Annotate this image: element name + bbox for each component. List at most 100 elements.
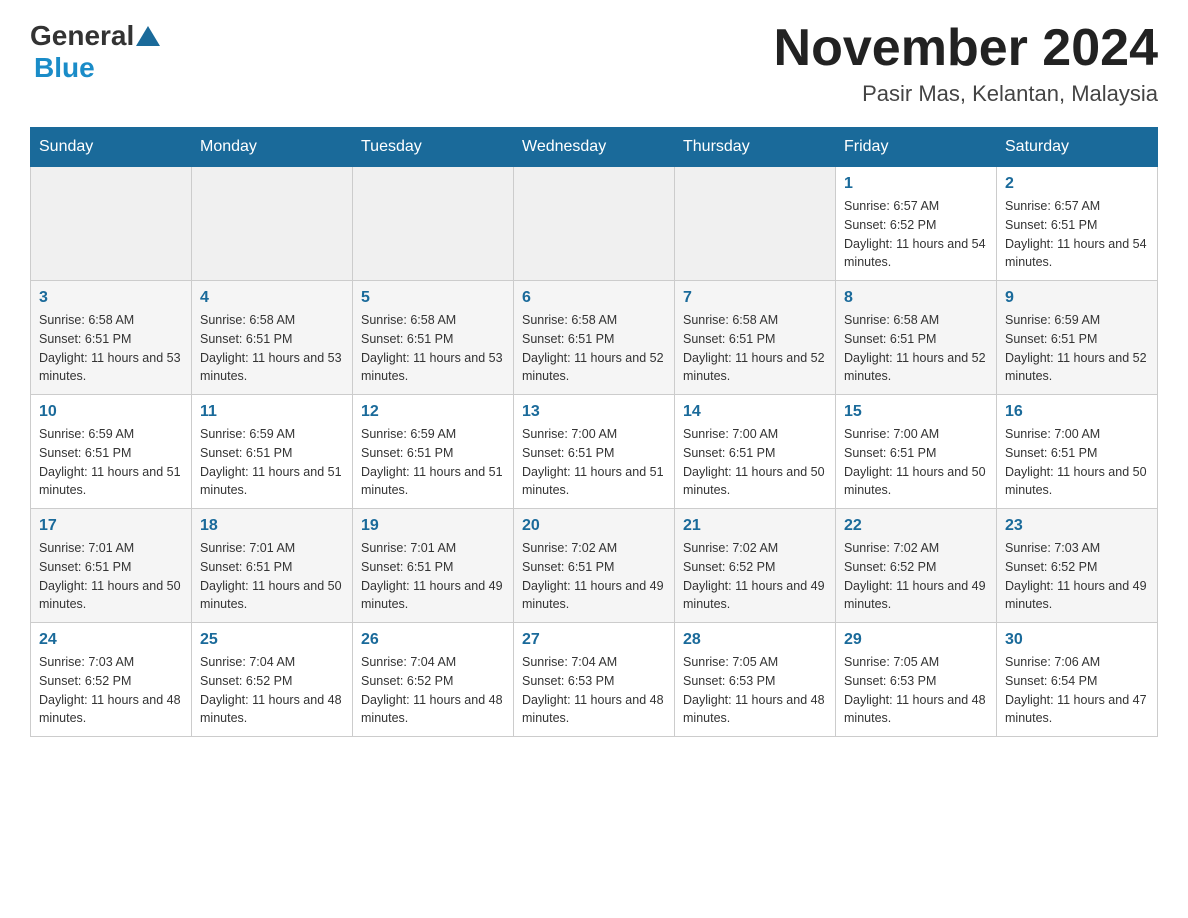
day-info: Sunrise: 6:58 AMSunset: 6:51 PMDaylight:… — [361, 311, 505, 386]
day-info: Sunrise: 7:01 AMSunset: 6:51 PMDaylight:… — [200, 539, 344, 614]
header-monday: Monday — [192, 128, 353, 167]
calendar-cell: 19 Sunrise: 7:01 AMSunset: 6:51 PMDayligh… — [353, 509, 514, 623]
day-info: Sunrise: 7:00 AMSunset: 6:51 PMDaylight:… — [844, 425, 988, 500]
day-info: Sunrise: 6:58 AMSunset: 6:51 PMDaylight:… — [683, 311, 827, 386]
logo-general-text: General — [30, 20, 134, 52]
calendar-cell: 26 Sunrise: 7:04 AMSunset: 6:52 PMDayligh… — [353, 623, 514, 737]
day-number: 8 — [844, 289, 988, 307]
day-info: Sunrise: 6:57 AMSunset: 6:52 PMDaylight:… — [844, 197, 988, 272]
header-saturday: Saturday — [997, 128, 1158, 167]
day-number: 25 — [200, 631, 344, 649]
day-number: 15 — [844, 403, 988, 421]
calendar-cell: 1 Sunrise: 6:57 AMSunset: 6:52 PMDaylight… — [836, 167, 997, 281]
calendar-cell: 9 Sunrise: 6:59 AMSunset: 6:51 PMDaylight… — [997, 281, 1158, 395]
header-tuesday: Tuesday — [353, 128, 514, 167]
day-info: Sunrise: 6:58 AMSunset: 6:51 PMDaylight:… — [200, 311, 344, 386]
calendar-cell: 6 Sunrise: 6:58 AMSunset: 6:51 PMDaylight… — [514, 281, 675, 395]
day-number: 9 — [1005, 289, 1149, 307]
day-number: 7 — [683, 289, 827, 307]
day-info: Sunrise: 7:03 AMSunset: 6:52 PMDaylight:… — [39, 653, 183, 728]
day-number: 20 — [522, 517, 666, 535]
week-row-2: 10 Sunrise: 6:59 AMSunset: 6:51 PMDayligh… — [31, 395, 1158, 509]
day-number: 1 — [844, 175, 988, 193]
day-number: 14 — [683, 403, 827, 421]
calendar-cell: 16 Sunrise: 7:00 AMSunset: 6:51 PMDayligh… — [997, 395, 1158, 509]
calendar-cell: 27Sunrise: 7:04 AMSunset: 6:53 PMDayligh… — [514, 623, 675, 737]
week-row-1: 3Sunrise: 6:58 AMSunset: 6:51 PMDaylight… — [31, 281, 1158, 395]
day-number: 16 — [1005, 403, 1149, 421]
day-number: 4 — [200, 289, 344, 307]
header-sunday: Sunday — [31, 128, 192, 167]
calendar-cell: 3Sunrise: 6:58 AMSunset: 6:51 PMDaylight… — [31, 281, 192, 395]
day-info: Sunrise: 7:03 AMSunset: 6:52 PMDaylight:… — [1005, 539, 1149, 614]
day-number: 10 — [39, 403, 183, 421]
day-info: Sunrise: 6:59 AMSunset: 6:51 PMDaylight:… — [200, 425, 344, 500]
day-info: Sunrise: 6:59 AMSunset: 6:51 PMDaylight:… — [361, 425, 505, 500]
calendar-table: SundayMondayTuesdayWednesdayThursdayFrid… — [30, 127, 1158, 737]
header-friday: Friday — [836, 128, 997, 167]
day-info: Sunrise: 6:59 AMSunset: 6:51 PMDaylight:… — [1005, 311, 1149, 386]
calendar-cell: 29 Sunrise: 7:05 AMSunset: 6:53 PMDayligh… — [836, 623, 997, 737]
day-info: Sunrise: 7:00 AMSunset: 6:51 PMDaylight:… — [683, 425, 827, 500]
day-number: 17 — [39, 517, 183, 535]
day-number: 26 — [361, 631, 505, 649]
header-wednesday: Wednesday — [514, 128, 675, 167]
day-number: 2 — [1005, 175, 1149, 193]
calendar-cell: 17 Sunrise: 7:01 AMSunset: 6:51 PMDayligh… — [31, 509, 192, 623]
calendar-body: 1 Sunrise: 6:57 AMSunset: 6:52 PMDaylight… — [31, 167, 1158, 737]
calendar-cell: 5Sunrise: 6:58 AMSunset: 6:51 PMDaylight… — [353, 281, 514, 395]
day-info: Sunrise: 7:04 AMSunset: 6:53 PMDaylight:… — [522, 653, 666, 728]
calendar-cell: 2 Sunrise: 6:57 AMSunset: 6:51 PMDaylight… — [997, 167, 1158, 281]
page-header: General Blue November 2024 Pasir Mas, Ke… — [30, 20, 1158, 107]
day-info: Sunrise: 6:58 AMSunset: 6:51 PMDaylight:… — [522, 311, 666, 386]
calendar-cell: 30Sunrise: 7:06 AMSunset: 6:54 PMDayligh… — [997, 623, 1158, 737]
day-info: Sunrise: 7:04 AMSunset: 6:52 PMDaylight:… — [200, 653, 344, 728]
logo: General Blue — [30, 20, 162, 84]
calendar-cell: 21 Sunrise: 7:02 AMSunset: 6:52 PMDayligh… — [675, 509, 836, 623]
week-row-3: 17 Sunrise: 7:01 AMSunset: 6:51 PMDayligh… — [31, 509, 1158, 623]
logo-icon — [134, 22, 162, 50]
day-info: Sunrise: 6:57 AMSunset: 6:51 PMDaylight:… — [1005, 197, 1149, 272]
calendar-cell: 28Sunrise: 7:05 AMSunset: 6:53 PMDayligh… — [675, 623, 836, 737]
day-number: 19 — [361, 517, 505, 535]
calendar-cell — [192, 167, 353, 281]
logo-triangle-icon — [134, 22, 162, 50]
calendar-cell: 14 Sunrise: 7:00 AMSunset: 6:51 PMDayligh… — [675, 395, 836, 509]
day-info: Sunrise: 7:06 AMSunset: 6:54 PMDaylight:… — [1005, 653, 1149, 728]
month-title: November 2024 — [774, 20, 1158, 77]
day-number: 6 — [522, 289, 666, 307]
day-info: Sunrise: 7:00 AMSunset: 6:51 PMDaylight:… — [522, 425, 666, 500]
day-info: Sunrise: 7:04 AMSunset: 6:52 PMDaylight:… — [361, 653, 505, 728]
day-info: Sunrise: 7:02 AMSunset: 6:52 PMDaylight:… — [683, 539, 827, 614]
title-section: November 2024 Pasir Mas, Kelantan, Malay… — [774, 20, 1158, 107]
calendar-cell: 4 Sunrise: 6:58 AMSunset: 6:51 PMDaylight… — [192, 281, 353, 395]
day-number: 24 — [39, 631, 183, 649]
day-number: 29 — [844, 631, 988, 649]
day-info: Sunrise: 7:01 AMSunset: 6:51 PMDaylight:… — [361, 539, 505, 614]
day-number: 22 — [844, 517, 988, 535]
week-row-0: 1 Sunrise: 6:57 AMSunset: 6:52 PMDaylight… — [31, 167, 1158, 281]
day-info: Sunrise: 6:58 AMSunset: 6:51 PMDaylight:… — [39, 311, 183, 386]
calendar-cell: 25 Sunrise: 7:04 AMSunset: 6:52 PMDayligh… — [192, 623, 353, 737]
day-number: 13 — [522, 403, 666, 421]
day-info: Sunrise: 7:02 AMSunset: 6:51 PMDaylight:… — [522, 539, 666, 614]
calendar-cell: 10Sunrise: 6:59 AMSunset: 6:51 PMDayligh… — [31, 395, 192, 509]
logo-text: General — [30, 20, 162, 52]
calendar-cell: 13 Sunrise: 7:00 AMSunset: 6:51 PMDayligh… — [514, 395, 675, 509]
calendar-cell: 23Sunrise: 7:03 AMSunset: 6:52 PMDayligh… — [997, 509, 1158, 623]
day-info: Sunrise: 7:00 AMSunset: 6:51 PMDaylight:… — [1005, 425, 1149, 500]
day-info: Sunrise: 7:02 AMSunset: 6:52 PMDaylight:… — [844, 539, 988, 614]
calendar-cell — [353, 167, 514, 281]
header-row: SundayMondayTuesdayWednesdayThursdayFrid… — [31, 128, 1158, 167]
calendar-cell: 8Sunrise: 6:58 AMSunset: 6:51 PMDaylight… — [836, 281, 997, 395]
day-number: 21 — [683, 517, 827, 535]
location-title: Pasir Mas, Kelantan, Malaysia — [774, 81, 1158, 107]
calendar-cell: 15 Sunrise: 7:00 AMSunset: 6:51 PMDayligh… — [836, 395, 997, 509]
day-info: Sunrise: 7:01 AMSunset: 6:51 PMDaylight:… — [39, 539, 183, 614]
calendar-cell: 12Sunrise: 6:59 AMSunset: 6:51 PMDayligh… — [353, 395, 514, 509]
calendar-cell: 11Sunrise: 6:59 AMSunset: 6:51 PMDayligh… — [192, 395, 353, 509]
calendar-cell: 7 Sunrise: 6:58 AMSunset: 6:51 PMDaylight… — [675, 281, 836, 395]
logo-blue-text: Blue — [34, 52, 95, 83]
calendar-cell: 24 Sunrise: 7:03 AMSunset: 6:52 PMDayligh… — [31, 623, 192, 737]
day-info: Sunrise: 7:05 AMSunset: 6:53 PMDaylight:… — [844, 653, 988, 728]
